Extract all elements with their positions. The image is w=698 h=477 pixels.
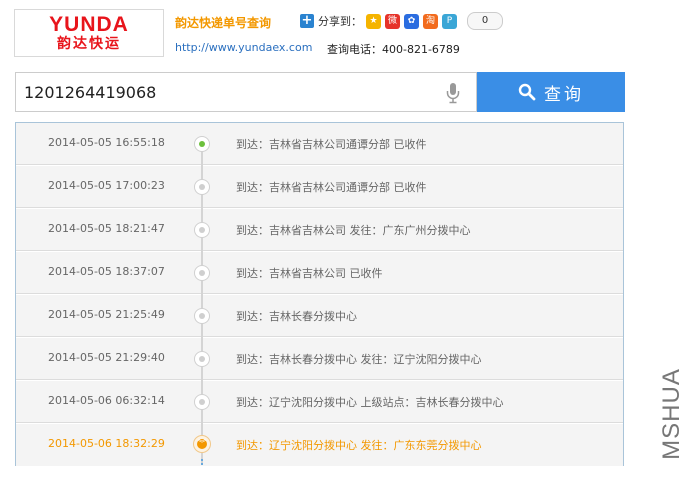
site-url-link[interactable]: http://www.yundaex.com — [175, 41, 312, 54]
yunda-logo[interactable]: YUNDA 韵达快运 — [14, 9, 164, 57]
timeline-row: 2014-05-05 16:55:18 到达：吉林省吉林公司通谭分部 已收件 — [16, 123, 623, 165]
timeline-dot-icon — [194, 394, 210, 410]
logo-chinese: 韵达快运 — [57, 36, 121, 52]
share-label: 分享到： — [318, 15, 362, 28]
timeline-row-current: 2014-05-06 18:32:29 到达：辽宁沈阳分拨中心 发往：广东东莞分… — [16, 424, 623, 466]
timeline-row: 2014-05-05 21:25:49 到达：吉林长春分拨中心 — [16, 295, 623, 337]
search-icon — [518, 83, 536, 101]
microphone-icon[interactable] — [446, 82, 460, 104]
timeline-start-dot-icon — [194, 136, 210, 152]
timeline-time: 2014-05-05 21:29:40 — [48, 351, 165, 364]
qzone-icon[interactable]: ★ — [366, 13, 381, 29]
timeline-status: 到达：吉林省吉林公司 发往：广东广州分拨中心 — [236, 224, 471, 237]
search-button-label: 查询 — [544, 84, 584, 104]
share-bar: + 分享到： ★ 微 ✿ 淘 P 0 — [300, 12, 503, 30]
timeline-time: 2014-05-05 16:55:18 — [48, 136, 165, 149]
watermark-text: MSHUA — [657, 368, 685, 460]
logo-english: YUNDA — [49, 13, 129, 36]
timeline-dot-icon — [194, 179, 210, 195]
timeline-time: 2014-05-06 18:32:29 — [48, 437, 165, 450]
tracking-timeline: 2014-05-05 16:55:18 到达：吉林省吉林公司通谭分部 已收件 2… — [15, 122, 624, 466]
phone-number: 查询电话：400-821-6789 — [327, 43, 460, 56]
search-button[interactable]: 查询 — [477, 72, 625, 112]
taobao-icon[interactable]: 淘 — [423, 13, 438, 29]
timeline-row: 2014-05-06 06:32:14 到达：辽宁沈阳分拨中心 上级站点：吉林长… — [16, 381, 623, 423]
timeline-time: 2014-05-05 21:25:49 — [48, 308, 165, 321]
timeline-dot-icon — [194, 308, 210, 324]
timeline-continue-dots — [201, 459, 205, 465]
timeline-status: 到达：吉林省吉林公司通谭分部 已收件 — [236, 138, 427, 151]
site-title: 韵达快递单号查询 — [175, 16, 272, 30]
timeline-status: 到达：辽宁沈阳分拨中心 上级站点：吉林长春分拨中心 — [236, 396, 504, 409]
share-plus-icon[interactable]: + — [300, 14, 314, 28]
timeline-status: 到达：吉林省吉林公司通谭分部 已收件 — [236, 181, 427, 194]
timeline-time: 2014-05-05 18:21:47 — [48, 222, 165, 235]
share-count: 0 — [467, 12, 503, 30]
timeline-status: 到达：辽宁沈阳分拨中心 发往：广东东莞分拨中心 — [236, 439, 482, 452]
timeline-status: 到达：吉林长春分拨中心 — [236, 310, 357, 323]
timeline-status: 到达：吉林长春分拨中心 发往：辽宁沈阳分拨中心 — [236, 353, 482, 366]
timeline-current-arrow-icon: ︾ — [193, 435, 211, 453]
baidu-icon[interactable]: ✿ — [404, 13, 419, 29]
pengyou-icon[interactable]: P — [442, 13, 457, 29]
timeline-time: 2014-05-05 17:00:23 — [48, 179, 165, 192]
tracking-number-input[interactable] — [24, 79, 444, 105]
timeline-row: 2014-05-05 21:29:40 到达：吉林长春分拨中心 发往：辽宁沈阳分… — [16, 338, 623, 380]
timeline-row: 2014-05-05 18:21:47 到达：吉林省吉林公司 发往：广东广州分拨… — [16, 209, 623, 251]
timeline-row: 2014-05-05 17:00:23 到达：吉林省吉林公司通谭分部 已收件 — [16, 166, 623, 208]
timeline-time: 2014-05-05 18:37:07 — [48, 265, 165, 278]
weibo-icon[interactable]: 微 — [385, 13, 400, 29]
timeline-dot-icon — [194, 351, 210, 367]
watermark: MSHUA — [657, 360, 698, 470]
timeline-status: 到达：吉林省吉林公司 已收件 — [236, 267, 383, 280]
timeline-row: 2014-05-05 18:37:07 到达：吉林省吉林公司 已收件 — [16, 252, 623, 294]
tracking-search-box — [15, 72, 477, 112]
timeline-dot-icon — [194, 265, 210, 281]
timeline-time: 2014-05-06 06:32:14 — [48, 394, 165, 407]
timeline-dot-icon — [194, 222, 210, 238]
